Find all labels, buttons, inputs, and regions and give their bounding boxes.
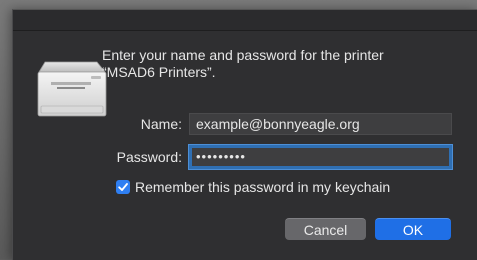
remember-checkbox[interactable] [116, 180, 130, 194]
checkmark-icon [118, 183, 128, 191]
printer-auth-dialog: Enter your name and password for the pri… [12, 9, 477, 260]
password-field[interactable]: ••••••••• [189, 145, 452, 169]
dialog-titlebar [13, 10, 477, 31]
ok-button[interactable]: OK [375, 218, 451, 240]
password-label: Password: [116, 149, 182, 165]
remember-label[interactable]: Remember this password in my keychain [135, 179, 390, 195]
name-field[interactable]: example@bonnyeagle.org [189, 113, 452, 135]
dialog-message: Enter your name and password for the pri… [102, 47, 447, 81]
printer-icon [37, 61, 107, 117]
name-label: Name: [140, 116, 182, 132]
message-line-1: Enter your name and password for the pri… [102, 47, 384, 63]
cancel-button[interactable]: Cancel [285, 218, 366, 240]
message-line-2: “MSAD6 Printers”. [102, 64, 216, 80]
